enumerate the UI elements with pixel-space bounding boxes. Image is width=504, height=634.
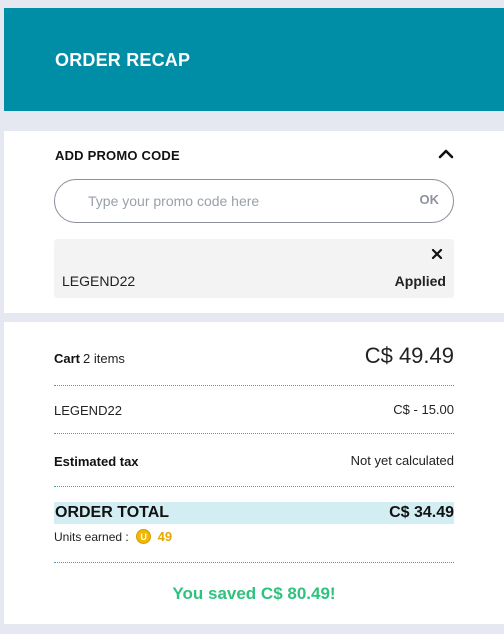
applied-status: Applied [394,273,446,289]
discount-amount: C$ - 15.00 [393,402,454,417]
cart-item-count: 2 items [83,351,125,366]
order-total-label: ORDER TOTAL [55,504,170,521]
promo-ok-button[interactable]: OK [420,192,440,207]
cart-amount: C$ 49.49 [364,343,454,368]
chevron-up-icon[interactable] [436,145,456,161]
order-summary: Cart 2 items C$ 49.49 LEGEND22 C$ - 15.00… [4,322,504,624]
page-title: ORDER RECAP [55,50,191,70]
order-recap-header: ORDER RECAP [4,8,504,111]
tax-value: Not yet calculated [350,453,454,468]
tax-label: Estimated tax [54,454,139,469]
applied-promo: LEGEND22 Applied [54,239,454,298]
promo-input-container: OK [54,179,454,223]
cart-row: Cart 2 items C$ 49.49 [54,343,454,368]
divider [54,385,454,386]
discount-row: LEGEND22 C$ - 15.00 [54,402,454,420]
promo-section-title: ADD PROMO CODE [55,148,180,163]
divider [54,562,454,563]
applied-promo-code: LEGEND22 [62,273,136,289]
discount-label: LEGEND22 [54,403,122,418]
units-earned-label: Units earned : [54,529,129,544]
savings-message: You saved C$ 80.49! [172,584,336,603]
cart-label: Cart [54,351,81,366]
divider [54,433,454,434]
units-coin-icon: U [136,529,152,545]
promo-section: ADD PROMO CODE OK LEGEND22 Applied [4,131,504,313]
promo-code-input[interactable] [88,191,388,211]
close-icon[interactable] [430,247,444,261]
order-total-amount: C$ 34.49 [389,504,454,521]
tax-row: Estimated tax Not yet calculated [54,453,454,471]
divider [54,486,454,487]
units-earned: Units earned : U 49 [54,528,172,546]
order-total-row: ORDER TOTAL C$ 34.49 [54,502,454,524]
units-earned-value: 49 [157,529,173,545]
